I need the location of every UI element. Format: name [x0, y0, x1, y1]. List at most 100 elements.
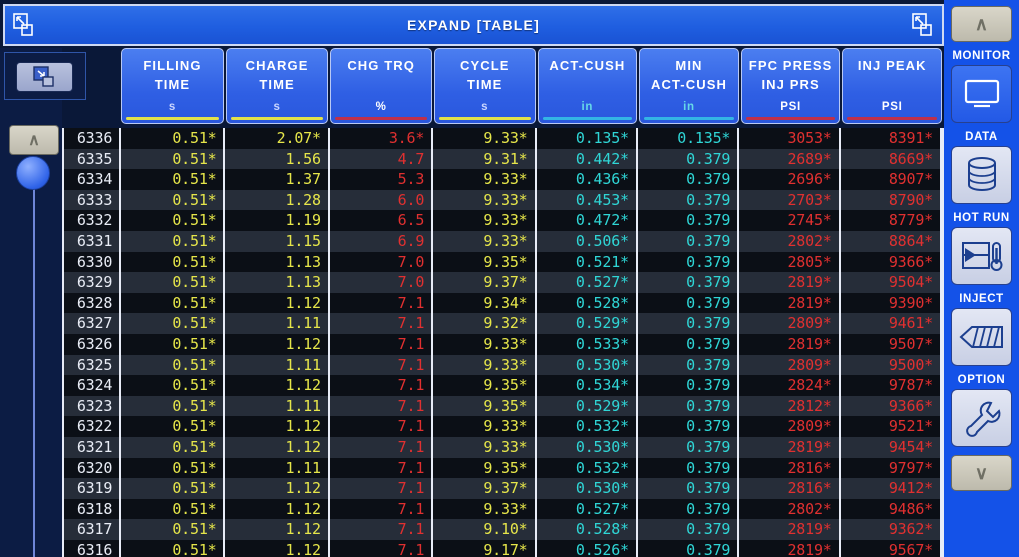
table-cell: 9787* — [841, 375, 942, 396]
table-row[interactable]: 6329 0.51* 1.13 7.0 9.37* 0.527* 0.379 2819* 950… — [64, 272, 942, 293]
table-row[interactable]: 6318 0.51* 1.12 7.1 9.33* 0.527* 0.379 2802* 948… — [64, 498, 942, 520]
table-row[interactable]: 6324 0.51* 1.12 7.1 9.35* 0.534* 0.379 2824* 978… — [64, 375, 942, 396]
table-cell: 9567* — [841, 539, 942, 557]
sidebar-scroll-up-button[interactable]: ∧ — [951, 6, 1012, 42]
sidebar-button-option[interactable] — [951, 389, 1012, 447]
table-row[interactable]: 6335 0.51* 1.56 4.7 9.31* 0.442* 0.379 2689* 866… — [64, 148, 942, 170]
table-row[interactable]: 6336 0.51* 2.07* 3.6* 9.33* 0.135* 0.135* 3053*… — [64, 128, 942, 149]
table-cell: 7.0 — [330, 272, 434, 293]
column-header-5[interactable]: ACT-CUSH in — [537, 48, 638, 124]
table-cell: 1.12 — [225, 519, 330, 540]
table-row[interactable]: 6320 0.51* 1.11 7.1 9.35* 0.532* 0.379 2816* 979… — [64, 457, 942, 479]
table-cell: 0.526* — [537, 539, 638, 557]
table-cell: 1.11 — [225, 457, 330, 479]
table-row[interactable]: 6321 0.51* 1.12 7.1 9.33* 0.530* 0.379 2819* 945… — [64, 436, 942, 458]
table-cell: 9.35* — [433, 395, 537, 417]
table-cell: 1.28 — [225, 189, 330, 211]
table-cell: 1.11 — [225, 354, 330, 376]
table-row[interactable]: 6316 0.51* 1.12 7.1 9.17* 0.526* 0.379 2819* 956… — [64, 539, 942, 557]
table-cell: 8907* — [841, 169, 942, 190]
table-row[interactable]: 6330 0.51* 1.13 7.0 9.35* 0.521* 0.379 2805* 936… — [64, 251, 942, 273]
table-cell: 0.379 — [638, 292, 740, 314]
row-index: 6321 — [64, 436, 122, 458]
scroll-up-button[interactable]: ∧ — [9, 125, 59, 155]
table-cell: 9.35* — [433, 251, 537, 273]
column-header-line1: CYCLE — [459, 58, 510, 73]
table-row[interactable]: 6334 0.51* 1.37 5.3 9.33* 0.436* 0.379 2696* 890… — [64, 169, 942, 190]
sidebar-item-inject[interactable]: INJECT — [944, 291, 1019, 366]
sidebar-item-option[interactable]: OPTION — [944, 372, 1019, 447]
table-cell: 9.33* — [433, 498, 537, 520]
table-row[interactable]: 6333 0.51* 1.28 6.0 9.33* 0.453* 0.379 2703* 879… — [64, 189, 942, 211]
row-index: 6334 — [64, 169, 122, 190]
column-header-color-bar — [542, 117, 633, 120]
table-row[interactable]: 6323 0.51* 1.11 7.1 9.35* 0.529* 0.379 2812* 936… — [64, 395, 942, 417]
table-cell: 0.51* — [121, 498, 226, 520]
sidebar-label-option: OPTION — [957, 374, 1006, 386]
table-cell: 0.51* — [121, 457, 226, 479]
table-cell: 2809* — [739, 313, 841, 334]
table-cell: 0.472* — [537, 210, 638, 231]
sidebar-button-inject[interactable] — [951, 308, 1012, 366]
table-cell: 0.521* — [537, 251, 638, 273]
table-cell: 0.528* — [537, 519, 638, 540]
table-cell: 9.37* — [433, 272, 537, 293]
table-row[interactable]: 6332 0.51* 1.19 6.5 9.33* 0.472* 0.379 2745* 877… — [64, 210, 942, 231]
table-cell: 0.534* — [537, 375, 638, 396]
sidebar-button-monitor[interactable] — [951, 65, 1012, 123]
row-index: 6331 — [64, 230, 122, 252]
scrollbar-thumb[interactable] — [16, 156, 50, 190]
table-cell: 2689* — [739, 148, 841, 170]
sidebar-button-hot-run[interactable] — [951, 227, 1012, 285]
column-header-8[interactable]: INJ PEAK PSI — [842, 48, 943, 124]
restore-window-icon-right[interactable] — [912, 13, 934, 37]
table-row[interactable]: 6322 0.51* 1.12 7.1 9.33* 0.532* 0.379 2809* 952… — [64, 416, 942, 437]
table-cell: 2703* — [739, 189, 841, 211]
table-cell: 8779* — [841, 210, 942, 231]
sidebar-button-data[interactable] — [951, 146, 1012, 204]
restore-window-icon-left[interactable] — [13, 13, 35, 37]
table-cell: 9.33* — [433, 354, 537, 376]
table-row[interactable]: 6328 0.51* 1.12 7.1 9.34* 0.528* 0.379 2819* 939… — [64, 292, 942, 314]
table-row[interactable]: 6331 0.51* 1.15 6.9 9.33* 0.506* 0.379 2802* 886… — [64, 230, 942, 252]
column-header-2[interactable]: CHARGE TIME s — [225, 48, 329, 124]
scrollbar-track[interactable] — [33, 160, 35, 557]
sidebar-scroll-down-button[interactable]: ∨ — [951, 455, 1012, 491]
table-row[interactable]: 6317 0.51* 1.12 7.1 9.10* 0.528* 0.379 2819* 936… — [64, 519, 942, 540]
table-cell: 4.7 — [330, 148, 434, 170]
table-cell: 9.35* — [433, 457, 537, 479]
sidebar-item-hot-run[interactable]: HOT RUN — [944, 210, 1019, 285]
table-cell: 7.1 — [330, 539, 434, 557]
table-cell: 2816* — [739, 457, 841, 479]
table-row[interactable]: 6326 0.51* 1.12 7.1 9.33* 0.533* 0.379 2819* 950… — [64, 333, 942, 355]
column-header-4[interactable]: CYCLE TIME s — [433, 48, 536, 124]
table-cell: 0.527* — [537, 272, 638, 293]
column-header-unit: PSI — [780, 101, 801, 113]
column-header-unit: % — [375, 101, 387, 113]
data-table: FILLING TIME s CHARGE TIME s CHG TRQ% CYCLE TIME… — [62, 48, 944, 557]
column-header-6[interactable]: MIN ACT-CUSH in — [639, 48, 739, 124]
column-header-line1: FILLING — [143, 58, 202, 73]
navigation-sidebar: ∧ MONITOR DATA HOT RUN INJECT OPTION ∨ — [944, 0, 1019, 557]
column-header-line1: MIN — [675, 58, 703, 73]
column-header-3[interactable]: CHG TRQ% — [330, 48, 432, 124]
row-index: 6333 — [64, 189, 122, 211]
table-cell: 0.51* — [121, 333, 226, 355]
table-body[interactable]: 6336 0.51* 2.07* 3.6* 9.33* 0.135* 0.135* 3053*… — [62, 128, 944, 557]
table-row[interactable]: 6319 0.51* 1.12 7.1 9.37* 0.530* 0.379 2816* 941… — [64, 478, 942, 499]
table-cell: 2819* — [739, 292, 841, 314]
table-cell: 0.379 — [638, 539, 740, 557]
sidebar-item-data[interactable]: DATA — [944, 129, 1019, 204]
column-header-7[interactable]: FPC PRESS INJ PRS PSI — [740, 48, 841, 124]
table-cell: 9362* — [841, 519, 942, 540]
row-index: 6329 — [64, 272, 122, 293]
table-cell: 0.379 — [638, 251, 740, 273]
table-cell: 1.13 — [225, 272, 330, 293]
sidebar-item-monitor[interactable]: MONITOR — [944, 48, 1019, 123]
column-header-unit: s — [481, 101, 489, 113]
table-cell: 9412* — [841, 478, 942, 499]
table-cell: 9461* — [841, 313, 942, 334]
table-row[interactable]: 6325 0.51* 1.11 7.1 9.33* 0.530* 0.379 2809* 950… — [64, 354, 942, 376]
table-row[interactable]: 6327 0.51* 1.11 7.1 9.32* 0.529* 0.379 2809* 946… — [64, 313, 942, 334]
column-header-1[interactable]: FILLING TIME s — [121, 48, 224, 124]
